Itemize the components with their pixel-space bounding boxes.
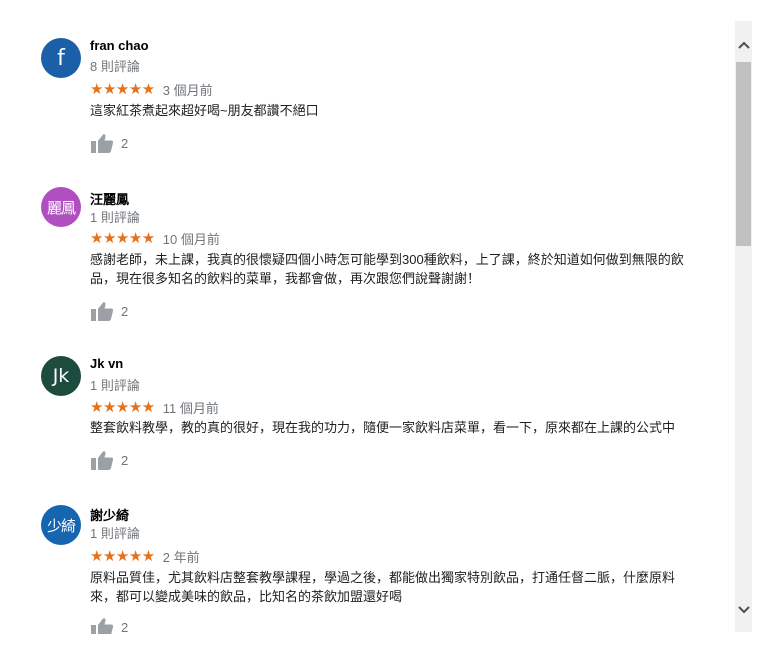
reviews-panel: f fran chao 8 則評論 ★★★★★ 3 個月前 這家紅茶煮起來超好喝…: [0, 0, 784, 664]
review-text-line: 來，都可以變成美味的飲品，比知名的茶飲加盟還好喝: [90, 589, 403, 604]
like-button[interactable]: 2: [90, 616, 128, 634]
star-rating-icon: ★★★★★: [90, 229, 155, 247]
vertical-scrollbar[interactable]: [735, 21, 752, 632]
review-text-line: 原料品質佳，尤其飲料店整套教學課程，學過之後，都能做出獨家特別飲品，打通任督二脈…: [90, 570, 676, 585]
thumb-up-icon: [90, 617, 114, 634]
review-count: 1 則評論: [90, 210, 140, 225]
star-rating-icon: ★★★★★: [90, 80, 155, 98]
rating-row: ★★★★★ 10 個月前: [90, 229, 220, 247]
like-count: 2: [121, 619, 129, 635]
review-text: 整套飲料教學，教的真的很好，現在我的功力，隨便一家飲料店菜單，看一下，原來都在上…: [90, 418, 718, 437]
review-text-line: 感謝老師，未上課，我真的很懷疑四個小時怎可能學到300種飲料，上了課，終於知道如…: [90, 252, 684, 267]
scroll-thumb[interactable]: [736, 62, 751, 246]
star-rating-icon: ★★★★★: [90, 547, 155, 565]
avatar[interactable]: 麗鳳: [41, 187, 81, 227]
review-list[interactable]: f fran chao 8 則評論 ★★★★★ 3 個月前 這家紅茶煮起來超好喝…: [0, 0, 734, 634]
avatar-initials: 少綺: [46, 516, 76, 535]
review-count: 1 則評論: [90, 378, 140, 393]
avatar-initials: 麗鳳: [46, 198, 76, 217]
author-name[interactable]: fran chao: [90, 38, 149, 53]
like-count: 2: [121, 135, 129, 151]
thumb-up-icon: [90, 450, 114, 470]
review-text-line: 品，現在很多知名的飲料的菜單，我都會做，再次跟您們說聲謝謝！: [90, 271, 481, 286]
thumb-up-icon: [90, 133, 114, 153]
thumb-up-icon: [90, 301, 114, 321]
author-name[interactable]: Jk vn: [90, 356, 123, 371]
avatar[interactable]: f: [41, 38, 81, 78]
star-rating-icon: ★★★★★: [90, 398, 155, 416]
rating-row: ★★★★★ 2 年前: [90, 547, 200, 565]
like-button[interactable]: 2: [90, 132, 128, 154]
review-date: 10 個月前: [162, 231, 220, 247]
chevron-down-icon: [737, 601, 750, 619]
review-text: 這家紅茶煮起來超好喝~朋友都讚不絕口: [90, 101, 718, 120]
review-text-line: 這家紅茶煮起來超好喝~朋友都讚不絕口: [90, 103, 319, 118]
review-date: 2 年前: [162, 549, 200, 565]
scroll-down-button[interactable]: [735, 601, 752, 618]
author-name[interactable]: 謝少綺: [90, 505, 129, 524]
avatar-initials: Jk: [52, 365, 70, 387]
avatar[interactable]: Jk: [41, 356, 81, 396]
rating-row: ★★★★★ 3 個月前: [90, 80, 213, 98]
like-count: 2: [121, 452, 129, 468]
like-button[interactable]: 2: [90, 449, 128, 471]
review-count: 1 則評論: [90, 526, 140, 541]
review-date: 3 個月前: [162, 82, 213, 98]
review-count: 8 則評論: [90, 59, 140, 74]
review-text: 感謝老師，未上課，我真的很懷疑四個小時怎可能學到300種飲料，上了課，終於知道如…: [90, 250, 718, 288]
chevron-up-icon: [737, 36, 750, 54]
review-text: 原料品質佳，尤其飲料店整套教學課程，學過之後，都能做出獨家特別飲品，打通任督二脈…: [90, 568, 718, 606]
author-name[interactable]: 汪麗鳳: [90, 189, 129, 208]
scroll-up-button[interactable]: [735, 36, 752, 53]
review-text-line: 整套飲料教學，教的真的很好，現在我的功力，隨便一家飲料店菜單，看一下，原來都在上…: [90, 420, 676, 435]
review-date: 11 個月前: [162, 400, 219, 416]
avatar-initials: f: [57, 45, 65, 71]
like-count: 2: [121, 303, 129, 319]
rating-row: ★★★★★ 11 個月前: [90, 398, 219, 416]
like-button[interactable]: 2: [90, 300, 128, 322]
avatar[interactable]: 少綺: [41, 505, 81, 545]
